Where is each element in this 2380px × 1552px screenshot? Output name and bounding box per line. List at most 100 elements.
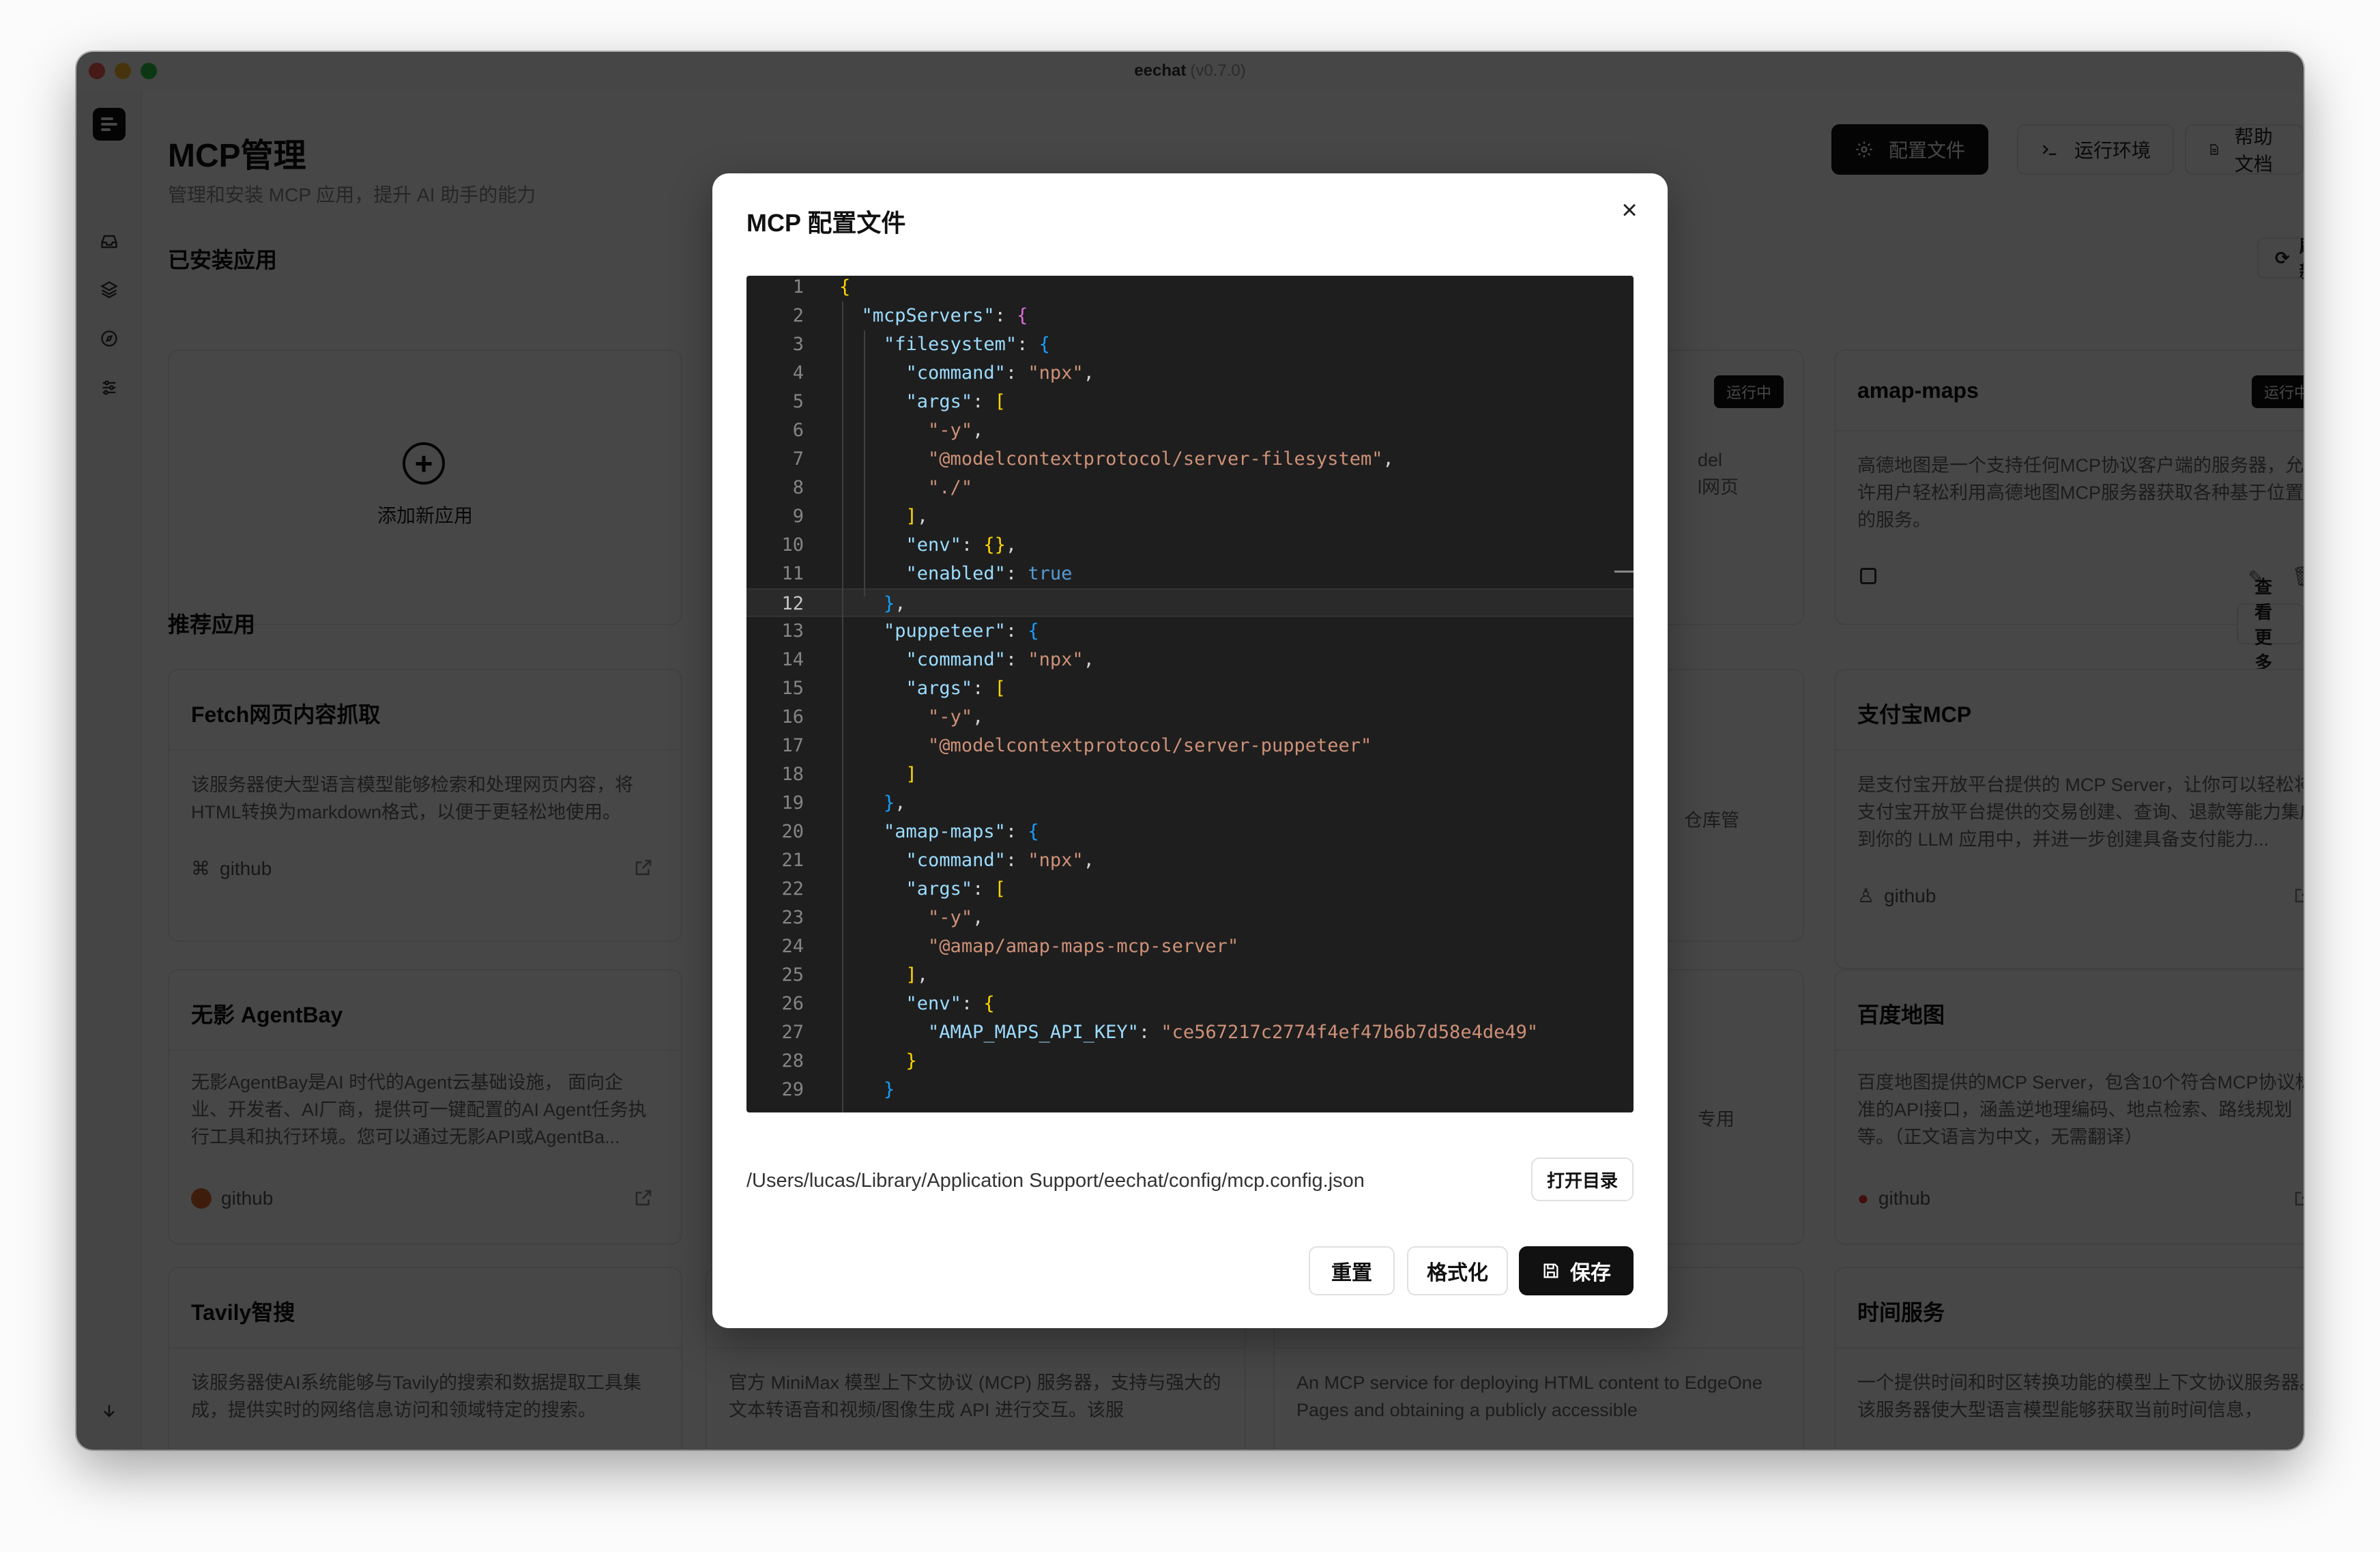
save-icon xyxy=(1543,1263,1558,1278)
external-link-icon[interactable] xyxy=(2293,1188,2304,1208)
code-line: 20 "amap-maps": { xyxy=(781,821,1039,842)
code-line: 19 }, xyxy=(781,792,906,814)
github-icon: ⌘ xyxy=(191,858,210,879)
plus-circle-icon: + xyxy=(403,442,445,485)
help-docs-button[interactable]: 帮助文档 xyxy=(2185,124,2304,175)
external-link-icon[interactable] xyxy=(2293,885,2304,905)
recommended-card-alipay[interactable]: 支付宝MCP 是支付宝开放平台提供的 MCP Server，让你可以轻松将支付宝… xyxy=(1834,669,2304,969)
refresh-label: 刷新 xyxy=(2299,233,2304,283)
code-line: 5 "args": [ xyxy=(792,391,1006,412)
app-description: 是支付宝开放平台提供的 MCP Server，让你可以轻松将支付宝开放平台提供的… xyxy=(1857,775,2304,850)
help-docs-label: 帮助文档 xyxy=(2234,126,2273,175)
recommended-card-baidu[interactable]: 百度地图 百度地图提供的MCP Server，包含10个符合MCP协议标准的AP… xyxy=(1834,969,2304,1245)
gear-icon xyxy=(1856,141,1872,158)
document-icon xyxy=(2210,144,2218,155)
source-link[interactable]: github xyxy=(191,1188,273,1209)
source-link[interactable]: ● github xyxy=(1857,1188,1930,1209)
app-description: 无影AgentBay是AI 时代的Agent云基础设施， 面向企业、开发者、AI… xyxy=(191,1072,647,1147)
github-icon: ♙ xyxy=(1857,885,1875,906)
agentbay-logo-icon xyxy=(191,1188,212,1209)
code-line: 8 "./" xyxy=(792,477,973,498)
external-link-icon[interactable] xyxy=(633,1188,654,1208)
code-line: 7 "@modelcontextprotocol/server-filesyst… xyxy=(792,448,1394,470)
installed-app-card-amap[interactable]: amap-maps 运行中 高德地图是一个支持任何MCP协议客户端的服务器，允许… xyxy=(1834,349,2304,625)
code-line: 27 "AMAP_MAPS_API_KEY": "ce567217c2774f4… xyxy=(781,1022,1539,1043)
open-directory-button[interactable]: 打开目录 xyxy=(1531,1158,1634,1201)
code-line: 4 "command": "npx", xyxy=(792,362,1094,384)
recommended-section-title: 推荐应用 xyxy=(168,612,256,637)
save-button[interactable]: 保存 xyxy=(1519,1246,1634,1295)
app-description-partial: 专用 xyxy=(1698,1109,1735,1130)
terminal-icon xyxy=(2042,145,2057,156)
code-line: 29 } xyxy=(781,1079,895,1100)
code-line: 17 "@modelcontextprotocol/server-puppete… xyxy=(781,735,1372,756)
map-pin-icon: ● xyxy=(1857,1188,1869,1209)
code-line: 13 "puppeteer": { xyxy=(781,620,1039,642)
refresh-button[interactable]: ⟳ 刷新 xyxy=(2257,236,2304,282)
code-editor[interactable]: 1{2 "mcpServers": {3 "filesystem": {4 "c… xyxy=(746,276,1634,1112)
layers-icon[interactable] xyxy=(100,280,119,299)
code-line: 15 "args": [ xyxy=(781,678,1006,699)
code-line: 3 "filesystem": { xyxy=(792,334,1050,355)
app-name: 百度地图 xyxy=(1857,1003,1945,1027)
view-more-button[interactable]: 查看更多 xyxy=(2237,577,2304,673)
reset-button[interactable]: 重置 xyxy=(1309,1246,1395,1295)
source-link[interactable]: ⌘ github xyxy=(191,857,272,880)
runtime-button[interactable]: 运行环境 xyxy=(2017,124,2175,175)
app-description: 该服务器使大型语言模型能够检索和处理网页内容，将HTML转换为markdown格… xyxy=(191,775,633,822)
scrollbar-thumb[interactable] xyxy=(1614,571,1634,573)
source-link[interactable]: ♙ github xyxy=(1857,885,1936,907)
config-modal: MCP 配置文件 × 1{2 "mcpServers": {3 "filesys… xyxy=(712,173,1668,1328)
indent-guide xyxy=(842,302,843,1112)
trash-icon[interactable]: 🗑 xyxy=(2291,565,2304,588)
code-line: 22 "args": [ xyxy=(781,878,1006,900)
external-link-icon[interactable] xyxy=(633,857,654,878)
config-file-path: /Users/lucas/Library/Application Support… xyxy=(746,1170,1365,1192)
config-file-button[interactable]: 配置文件 xyxy=(1831,124,1989,175)
code-line: 9 ], xyxy=(792,506,929,527)
code-line: 18 ] xyxy=(781,764,917,785)
app-description: 高德地图是一个支持任何MCP协议客户端的服务器，允许用户轻松利用高德地图MCP服… xyxy=(1857,455,2304,530)
page-title: MCP管理 xyxy=(168,138,306,174)
code-line: 12 }, xyxy=(746,588,1634,617)
close-icon[interactable]: × xyxy=(1616,195,1643,225)
app-description: 官方 MiniMax 模型上下文协议 (MCP) 服务器，支持与强大的文本转语音… xyxy=(729,1373,1221,1420)
sliders-icon[interactable] xyxy=(100,378,119,397)
code-line: 10 "env": {}, xyxy=(781,534,1017,556)
status-badge: 运行中 xyxy=(1713,375,1784,408)
app-name: amap-maps xyxy=(1857,378,1979,403)
add-app-card[interactable]: + 添加新应用 xyxy=(168,349,682,625)
code-line: 6 "-y", xyxy=(792,420,984,441)
title-bar: eechat (v0.7.0) xyxy=(76,52,2304,90)
app-name: Fetch网页内容抓取 xyxy=(191,702,381,727)
view-more-label: 查看更多 xyxy=(2254,577,2273,673)
window-title: eechat (v0.7.0) xyxy=(1134,61,1246,80)
code-line: 24 "@amap/amap-maps-mcp-server" xyxy=(781,936,1239,957)
compass-icon[interactable] xyxy=(100,329,119,348)
indent-guide xyxy=(864,330,865,597)
app-logo[interactable] xyxy=(93,108,126,141)
app-description-partial: 仓库管 xyxy=(1684,810,1739,831)
app-description: An MCP service for deploying HTML conten… xyxy=(1296,1373,1762,1420)
app-name: 支付宝MCP xyxy=(1857,702,1972,727)
code-line: 14 "command": "npx", xyxy=(781,649,1094,670)
recommended-card-fetch[interactable]: Fetch网页内容抓取 该服务器使大型语言模型能够检索和处理网页内容，将HTML… xyxy=(168,669,682,942)
app-name: 无影 AgentBay xyxy=(191,1003,343,1027)
enable-checkbox[interactable] xyxy=(1860,568,1876,584)
installed-section-title: 已安装应用 xyxy=(168,248,278,272)
format-button[interactable]: 格式化 xyxy=(1407,1246,1508,1295)
download-icon[interactable] xyxy=(100,1402,119,1421)
recommended-card-time[interactable]: 时间服务 一个提供时间和时区转换功能的模型上下文协议服务器。该服务器使大型语言模… xyxy=(1834,1267,2304,1450)
code-line: 23 "-y", xyxy=(781,907,984,928)
runtime-label: 运行环境 xyxy=(2074,140,2151,161)
code-line: 2 "mcpServers": { xyxy=(792,305,1028,326)
code-line: 21 "command": "npx", xyxy=(781,850,1094,871)
inbox-icon[interactable] xyxy=(100,232,119,251)
code-line: 25 ], xyxy=(781,964,929,986)
recommended-card-agentbay[interactable]: 无影 AgentBay 无影AgentBay是AI 时代的Agent云基础设施，… xyxy=(168,969,682,1245)
recommended-card-tavily[interactable]: Tavily智搜 该服务器使AI系统能够与Tavily的搜索和数据提取工具集成，… xyxy=(168,1267,682,1450)
code-line: 16 "-y", xyxy=(781,706,984,728)
add-app-label: 添加新应用 xyxy=(377,505,473,526)
code-line: 28 } xyxy=(781,1050,917,1072)
app-description: 一个提供时间和时区转换功能的模型上下文协议服务器。该服务器使大型语言模型能够获取… xyxy=(1857,1373,2304,1420)
